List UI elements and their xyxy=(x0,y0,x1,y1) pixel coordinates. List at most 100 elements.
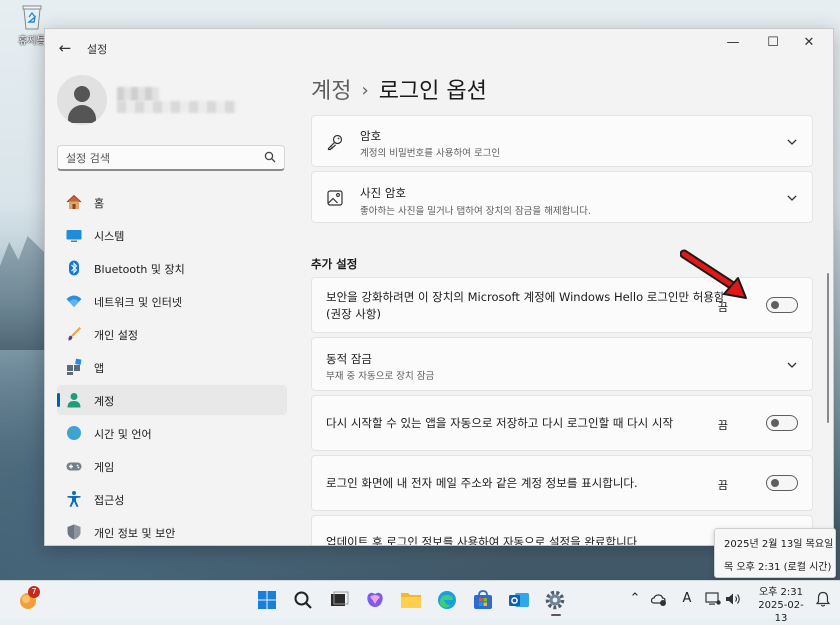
gamepad-icon xyxy=(66,462,82,471)
breadcrumb: 계정 › 로그인 옵션 xyxy=(311,73,487,105)
chevron-down-icon[interactable] xyxy=(786,136,798,148)
notification-badge: 7 xyxy=(28,586,40,598)
user-name-redacted xyxy=(117,87,159,101)
sidebar-item-gaming[interactable]: 게임 xyxy=(57,451,287,481)
widgets-button[interactable]: 7 xyxy=(16,586,40,612)
sidebar-item-accessibility[interactable]: 접근성 xyxy=(57,484,287,514)
sidebar-item-apps[interactable]: 앱 xyxy=(57,352,287,382)
avatar-body xyxy=(68,105,96,123)
key-icon xyxy=(327,134,343,151)
hello-only-text: 보안을 강화하려면 이 장치의 Microsoft 계정에 Windows He… xyxy=(326,290,725,321)
vertical-scrollbar[interactable] xyxy=(827,273,829,423)
avatar-head xyxy=(74,86,90,102)
start-button[interactable] xyxy=(255,588,279,612)
monitor-icon xyxy=(705,592,721,605)
home-icon xyxy=(66,194,82,209)
password-title: 암호 xyxy=(360,129,382,143)
app-title: 설정 xyxy=(87,43,108,56)
file-explorer-button[interactable] xyxy=(399,588,423,612)
auto-finish-setup-text: 업데이트 후 로그인 정보를 사용하여 자동으로 설정을 완료합니다 xyxy=(326,535,638,546)
picture-password-title: 사진 암호 xyxy=(360,186,406,200)
tray-onedrive[interactable] xyxy=(650,590,668,608)
hello-only-toggle[interactable] xyxy=(766,297,798,313)
user-email-redacted xyxy=(117,101,237,113)
globe-icon xyxy=(67,426,81,440)
show-account-details-toggle[interactable] xyxy=(766,475,798,491)
volume-button[interactable] xyxy=(724,590,742,608)
tray-overflow-button[interactable]: ⌃ xyxy=(626,590,644,608)
annotation-arrow-icon xyxy=(680,249,747,299)
apps-icon xyxy=(67,358,82,375)
bell-icon xyxy=(815,591,831,607)
account-icon xyxy=(67,393,81,408)
chevron-down-icon[interactable] xyxy=(786,359,798,371)
system-icon xyxy=(66,230,82,242)
tooltip-time: 목 오후 2:31 (로컬 시간) xyxy=(724,562,832,573)
dynamic-lock-card[interactable]: 동적 잠금 부재 중 자동으로 장치 잠금 xyxy=(311,337,813,391)
sidebar-item-label: 앱 xyxy=(94,362,105,375)
store-button[interactable] xyxy=(471,588,495,612)
bluetooth-icon xyxy=(69,260,79,276)
tooltip-date: 2025년 2월 13일 목요일 xyxy=(724,539,834,550)
close-button[interactable]: ✕ xyxy=(789,29,829,57)
search-icon[interactable] xyxy=(264,151,276,163)
tray-display[interactable] xyxy=(704,590,722,608)
settings-content: 암호 계정의 비밀번호를 사용하여 로그인 사진 암호 좋아하는 사진을 밀거나… xyxy=(311,113,813,546)
settings-app-button[interactable] xyxy=(543,588,567,612)
breadcrumb-separator: › xyxy=(361,80,369,101)
show-account-details-card: 로그인 화면에 내 전자 메일 주소와 같은 계정 정보를 표시합니다. 끔 xyxy=(311,455,813,511)
sidebar-item-system[interactable]: 시스템 xyxy=(57,220,287,250)
maximize-button[interactable]: ☐ xyxy=(753,29,793,57)
picture-password-subtitle: 좋아하는 사진을 밀거나 탭하여 장치의 잠금을 해제합니다. xyxy=(360,206,591,217)
sidebar-item-accounts[interactable]: 계정 xyxy=(57,385,287,415)
sidebar-nav: 홈 시스템 Bluetooth 및 장치 네트워크 및 인터넷 개인 설정 앱 … xyxy=(57,187,287,545)
chevron-down-icon[interactable] xyxy=(786,192,798,204)
sidebar-item-label: 계정 xyxy=(94,395,115,408)
chevron-up-icon: ⌃ xyxy=(629,591,641,606)
toggle-knob xyxy=(771,419,779,427)
breadcrumb-parent[interactable]: 계정 xyxy=(311,79,351,104)
task-view-button[interactable] xyxy=(327,588,351,612)
user-profile[interactable] xyxy=(57,75,297,135)
sidebar-item-privacy[interactable]: 개인 정보 및 보안 xyxy=(57,517,287,545)
toggle-state-label: 끔 xyxy=(717,479,728,492)
outlook-button[interactable] xyxy=(507,588,531,612)
restart-apps-text: 다시 시작할 수 있는 앱을 자동으로 저장하고 다시 로그인할 때 다시 시작 xyxy=(326,416,674,430)
section-heading-additional: 추가 설정 xyxy=(311,257,358,271)
show-account-details-text: 로그인 화면에 내 전자 메일 주소와 같은 계정 정보를 표시합니다. xyxy=(326,476,638,490)
back-button[interactable]: ← xyxy=(55,39,75,57)
copilot-button[interactable] xyxy=(363,588,387,612)
sidebar-item-label: 시스템 xyxy=(94,230,125,243)
search-button[interactable] xyxy=(291,588,315,612)
password-subtitle: 계정의 비밀번호를 사용하여 로그인 xyxy=(360,148,501,159)
minimize-button[interactable]: — xyxy=(713,29,753,57)
restart-apps-toggle[interactable] xyxy=(766,415,798,431)
active-app-indicator xyxy=(551,614,561,616)
sidebar-item-label: Bluetooth 및 장치 xyxy=(94,263,185,276)
taskbar: 7 ⌃ A 오후 2:31 2025-02-13 xyxy=(0,580,840,624)
edge-button[interactable] xyxy=(435,588,459,612)
notification-center-button[interactable] xyxy=(814,590,832,608)
folder-icon xyxy=(401,593,421,608)
wallpaper-trees xyxy=(0,236,46,350)
settings-search-box[interactable] xyxy=(57,145,285,171)
search-icon xyxy=(294,591,312,609)
sidebar-item-label: 개인 정보 및 보안 xyxy=(94,527,176,540)
volume-icon xyxy=(726,593,740,605)
wifi-icon xyxy=(66,295,82,307)
sidebar-item-time-language[interactable]: 시간 및 언어 xyxy=(57,418,287,448)
taskbar-clock[interactable]: 오후 2:31 2025-02-13 xyxy=(752,586,810,625)
toggle-state-label: 끔 xyxy=(717,419,728,432)
password-card[interactable]: 암호 계정의 비밀번호를 사용하여 로그인 xyxy=(311,115,813,167)
input-method-indicator[interactable]: A xyxy=(678,590,696,608)
picture-password-card[interactable]: 사진 암호 좋아하는 사진을 밀거나 탭하여 장치의 잠금을 해제합니다. xyxy=(311,171,813,223)
settings-search-input[interactable] xyxy=(66,149,256,167)
restart-apps-card: 다시 시작할 수 있는 앱을 자동으로 저장하고 다시 로그인할 때 다시 시작… xyxy=(311,395,813,451)
clock-date: 2025-02-13 xyxy=(758,600,804,624)
sidebar-item-network[interactable]: 네트워크 및 인터넷 xyxy=(57,286,287,316)
sidebar-item-personalization[interactable]: 개인 설정 xyxy=(57,319,287,349)
sidebar-item-label: 홈 xyxy=(94,197,105,210)
sidebar-item-bluetooth[interactable]: Bluetooth 및 장치 xyxy=(57,253,287,283)
sidebar-item-label: 접근성 xyxy=(94,494,125,507)
sidebar-item-home[interactable]: 홈 xyxy=(57,187,287,217)
